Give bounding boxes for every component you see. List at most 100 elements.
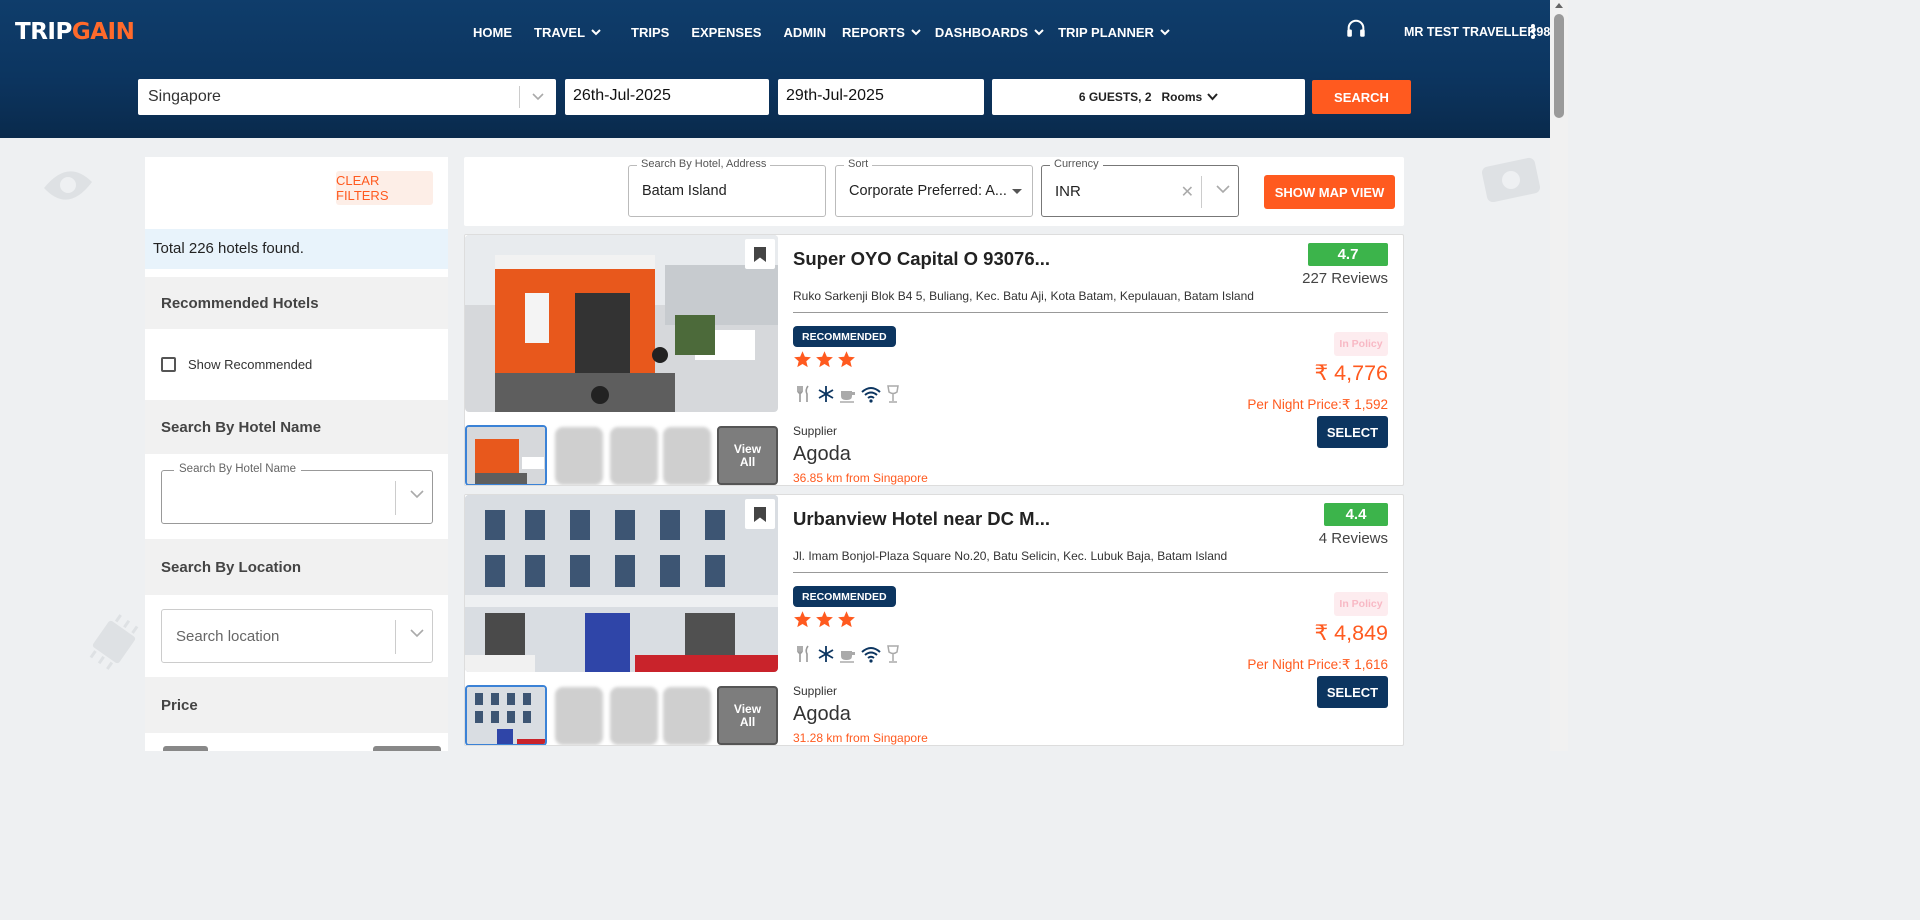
chevron-down-icon xyxy=(532,93,544,101)
clear-filters-button[interactable]: CLEAR FILTERS xyxy=(336,171,433,205)
currency-select[interactable]: Currency INR ✕ xyxy=(1041,158,1239,217)
star-icon xyxy=(838,611,855,628)
hotel-photo[interactable] xyxy=(465,495,778,672)
chevron-down-icon xyxy=(911,29,921,36)
total-price: ₹ 4,849 xyxy=(1314,621,1388,645)
hotel-name[interactable]: Super OYO Capital O 93076... xyxy=(793,248,1050,270)
show-map-view-button[interactable]: SHOW MAP VIEW xyxy=(1264,175,1395,209)
more-vertical-icon[interactable] xyxy=(1528,22,1538,42)
amenity-icons xyxy=(795,385,905,403)
supplier-name: Agoda xyxy=(793,443,851,465)
search-by-location-heading: Search By Location xyxy=(145,539,448,595)
hotel-address: Jl. Imam Bonjol-Plaza Square No.20, Batu… xyxy=(793,549,1228,563)
hotel-photo[interactable] xyxy=(465,235,778,412)
page-scrollbar[interactable] xyxy=(1550,0,1568,751)
hotel-address-search-input[interactable]: Search By Hotel, Address Batam Island xyxy=(628,158,826,217)
hotel-name-legend: Search By Hotel Name xyxy=(174,463,301,475)
location-placeholder: Search location xyxy=(176,628,280,645)
recommended-hotels-heading: Recommended Hotels xyxy=(145,277,448,329)
restaurant-icon xyxy=(797,385,809,402)
main-nav: HOME TRAVEL TRIPS EXPENSES ADMIN REPORTS… xyxy=(473,23,1192,41)
camera-watermark-icon xyxy=(1481,157,1541,202)
air-conditioning-icon xyxy=(818,386,834,402)
view-all-photos-button[interactable]: View All xyxy=(717,426,778,485)
tripgain-logo[interactable]: TRIP GAIN xyxy=(15,18,135,46)
nav-reports[interactable]: REPORTS xyxy=(842,25,921,40)
photo-thumbnail-placeholder xyxy=(610,687,658,745)
eye-watermark-icon xyxy=(44,171,92,200)
nav-admin[interactable]: ADMIN xyxy=(783,25,826,40)
hotel-address: Ruko Sarkenji Blok B4 5, Buliang, Kec. B… xyxy=(793,289,1254,303)
photo-thumbnail[interactable] xyxy=(465,685,547,745)
in-policy-badge: In Policy xyxy=(1334,332,1388,356)
star-icon xyxy=(794,611,811,628)
filter-sidebar: CLEAR FILTERS Total 226 hotels found. Re… xyxy=(145,157,448,751)
recommended-badge: RECOMMENDED xyxy=(793,586,896,607)
per-night-price: Per Night Price:₹ 1,592 xyxy=(1247,397,1388,412)
show-recommended-row[interactable]: Show Recommended xyxy=(145,329,448,400)
in-policy-badge: In Policy xyxy=(1334,592,1388,616)
dropdown-caret-icon xyxy=(1012,189,1022,194)
location-select[interactable]: Search location xyxy=(161,609,433,663)
total-price: ₹ 4,776 xyxy=(1314,361,1388,385)
photo-thumbnail-placeholder xyxy=(610,427,658,485)
nav-trips[interactable]: TRIPS xyxy=(631,25,669,40)
chevron-down-icon xyxy=(591,29,601,36)
bookmark-icon[interactable] xyxy=(745,239,775,269)
amenity-icons xyxy=(795,645,905,663)
star-icon xyxy=(816,351,833,368)
supplier-label: Supplier xyxy=(793,684,838,698)
chip-watermark-icon xyxy=(89,614,139,670)
hotel-card: View All Urbanview Hotel near DC M... 4.4… xyxy=(464,494,1404,746)
search-button[interactable]: SEARCH xyxy=(1312,80,1411,114)
sort-select[interactable]: Sort Corporate Preferred: A... xyxy=(835,158,1033,217)
show-recommended-checkbox[interactable] xyxy=(161,357,176,372)
nav-trip-planner[interactable]: TRIP PLANNER xyxy=(1058,25,1170,40)
recommended-badge: RECOMMENDED xyxy=(793,326,896,347)
bar-icon xyxy=(887,385,899,403)
star-icon xyxy=(794,351,811,368)
check-out-date-input[interactable]: 29th-Jul-2025 xyxy=(778,79,984,115)
per-night-price: Per Night Price:₹ 1,616 xyxy=(1247,657,1388,672)
nav-travel[interactable]: TRAVEL xyxy=(534,25,601,40)
distance-text: 36.85 km from Singapore xyxy=(793,471,928,485)
photo-thumbnail-placeholder xyxy=(555,687,603,745)
coffee-icon xyxy=(840,391,855,403)
photo-thumbnail[interactable] xyxy=(465,425,547,485)
supplier-label: Supplier xyxy=(793,424,838,438)
search-by-hotel-name-heading: Search By Hotel Name xyxy=(145,400,448,454)
guests-rooms-dropdown[interactable]: 6 GUESTS, 2 Rooms xyxy=(992,79,1305,115)
supplier-name: Agoda xyxy=(793,703,851,725)
clear-icon[interactable]: ✕ xyxy=(1181,182,1194,202)
top-header: TRIP GAIN HOME TRAVEL TRIPS EXPENSES ADMI… xyxy=(0,0,1550,138)
review-count: 4 Reviews xyxy=(1318,530,1388,547)
hotel-name-select[interactable]: Search By Hotel Name xyxy=(161,463,433,524)
bar-icon xyxy=(887,645,899,663)
chevron-down-icon xyxy=(410,629,424,638)
nav-home[interactable]: HOME xyxy=(473,25,512,40)
results-filter-bar: Search By Hotel, Address Batam Island So… xyxy=(464,157,1404,226)
select-button[interactable]: SELECT xyxy=(1317,676,1388,708)
hotel-name[interactable]: Urbanview Hotel near DC M... xyxy=(793,508,1050,530)
review-count: 227 Reviews xyxy=(1302,270,1388,287)
wifi-icon xyxy=(861,647,881,663)
nav-dashboards[interactable]: DASHBOARDS xyxy=(935,25,1044,40)
city-select[interactable]: Singapore xyxy=(138,79,556,115)
photo-thumbnail-placeholder xyxy=(663,687,711,745)
min-price-tag xyxy=(163,746,208,751)
headset-icon[interactable] xyxy=(1345,18,1367,40)
star-icon xyxy=(816,611,833,628)
chevron-down-icon xyxy=(1160,29,1170,36)
check-in-date-input[interactable]: 26th-Jul-2025 xyxy=(565,79,769,115)
air-conditioning-icon xyxy=(818,646,834,662)
distance-text: 31.28 km from Singapore xyxy=(793,731,928,745)
view-all-photos-button[interactable]: View All xyxy=(717,686,778,745)
photo-thumbnail-placeholder xyxy=(555,427,603,485)
star-rating xyxy=(793,350,859,369)
photo-thumbnail-placeholder xyxy=(663,427,711,485)
show-recommended-label: Show Recommended xyxy=(188,357,313,372)
bookmark-icon[interactable] xyxy=(745,499,775,529)
star-icon xyxy=(838,351,855,368)
nav-expenses[interactable]: EXPENSES xyxy=(691,25,761,40)
select-button[interactable]: SELECT xyxy=(1317,416,1388,448)
